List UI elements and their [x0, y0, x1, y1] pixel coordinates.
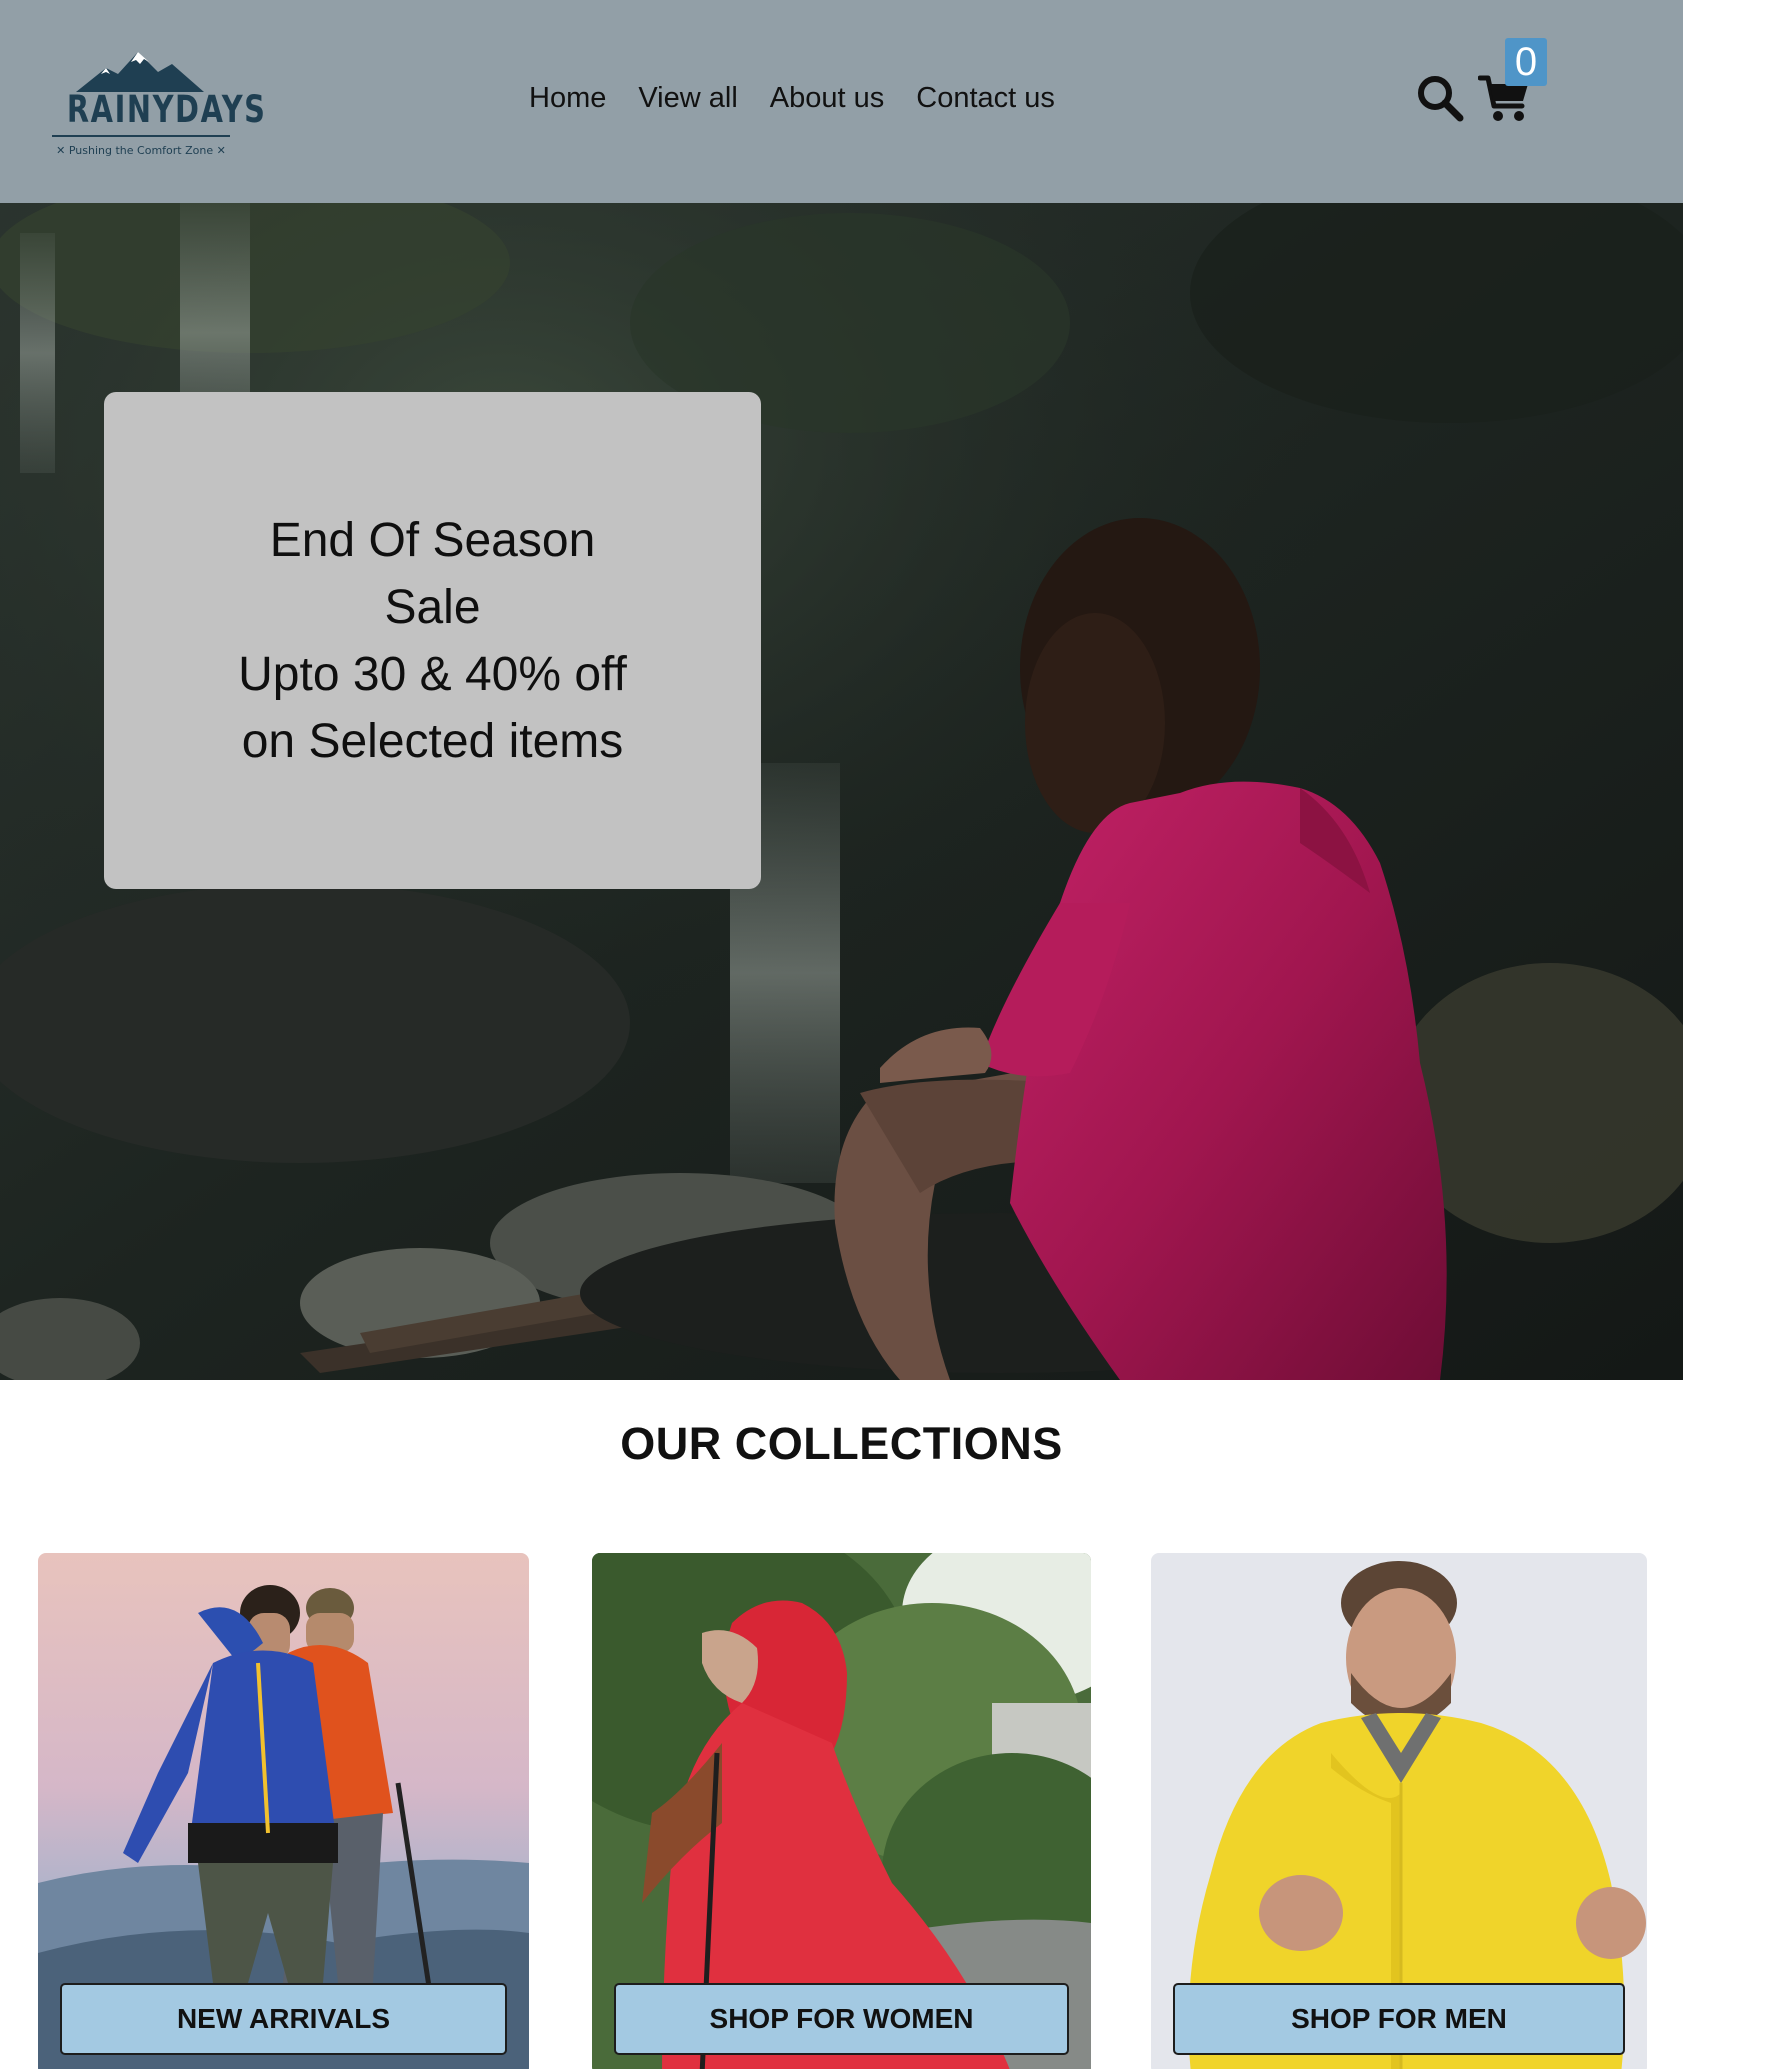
- mountain-logo-icon: [76, 52, 204, 92]
- promo-line: on Selected items: [241, 714, 624, 768]
- collection-card-men[interactable]: SHOP FOR MEN: [1151, 1553, 1647, 2069]
- nav-about-us[interactable]: About us: [770, 82, 884, 115]
- brand-logo[interactable]: RAINYDAYS ✕ Pushing the Comfort Zone ✕: [46, 50, 267, 162]
- cart-count-badge: 0: [1505, 38, 1547, 86]
- page-margin: [1683, 0, 1772, 2069]
- brand-name: RAINYDAYS: [66, 88, 267, 131]
- promo-line: End Of Season: [269, 513, 596, 567]
- collections-heading: OUR COLLECTIONS: [620, 1418, 1063, 1469]
- shop-men-button[interactable]: SHOP FOR MEN: [1173, 1983, 1625, 2055]
- hero-banner: End Of Season Sale Upto 30 & 40% off on …: [0, 203, 1683, 1380]
- new-arrivals-button[interactable]: NEW ARRIVALS: [60, 1983, 507, 2055]
- logo-divider: [52, 135, 230, 137]
- promo-line: Sale: [384, 580, 481, 634]
- collection-card-new-arrivals[interactable]: NEW ARRIVALS: [38, 1553, 529, 2069]
- main-nav: Home View all About us Contact us: [529, 82, 1055, 115]
- search-icon[interactable]: [1416, 74, 1464, 122]
- collection-card-women[interactable]: SHOP FOR WOMEN: [592, 1553, 1091, 2069]
- sale-promo-text: End Of Season Sale Upto 30 & 40% off on …: [173, 507, 693, 775]
- promo-line: Upto 30 & 40% off: [238, 647, 627, 701]
- site-header: RAINYDAYS ✕ Pushing the Comfort Zone ✕ H…: [0, 0, 1683, 203]
- sale-promo-box: End Of Season Sale Upto 30 & 40% off on …: [104, 392, 761, 889]
- shop-women-button[interactable]: SHOP FOR WOMEN: [614, 1983, 1069, 2055]
- nav-contact-us[interactable]: Contact us: [916, 82, 1055, 115]
- nav-home[interactable]: Home: [529, 82, 606, 115]
- nav-view-all[interactable]: View all: [638, 82, 737, 115]
- brand-tagline: ✕ Pushing the Comfort Zone ✕: [56, 144, 226, 157]
